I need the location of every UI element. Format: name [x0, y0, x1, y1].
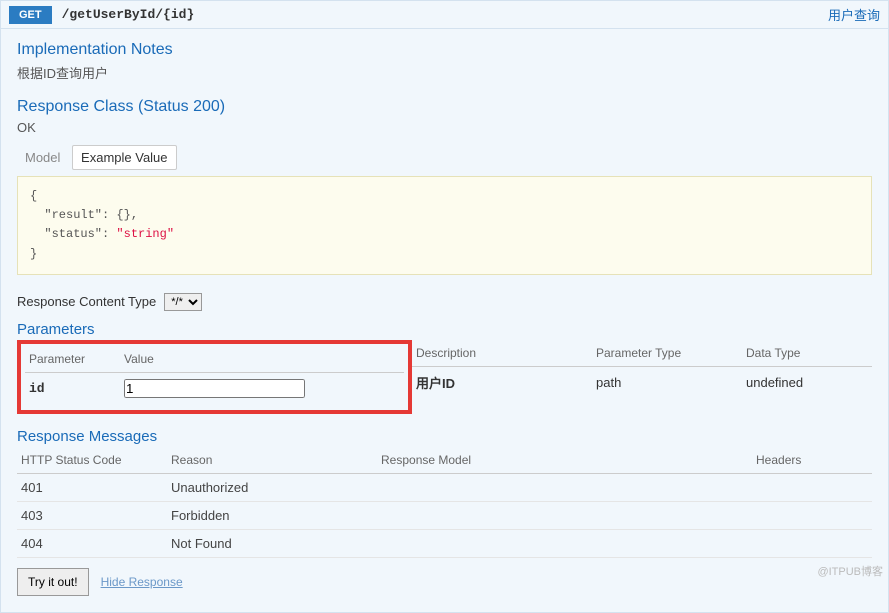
- implementation-notes-title: Implementation Notes: [17, 41, 872, 59]
- status-reason: Unauthorized: [167, 473, 377, 501]
- hide-response-link[interactable]: Hide Response: [101, 575, 183, 589]
- response-tabs: Model Example Value: [17, 145, 872, 170]
- response-row: 404 Not Found: [17, 529, 872, 557]
- col-parameter: Parameter: [25, 346, 120, 372]
- parameters-table: Parameter Value id Description Parameter…: [17, 340, 872, 428]
- param-data-type: undefined: [742, 369, 872, 396]
- http-method-badge: GET: [9, 6, 52, 24]
- status-reason: Forbidden: [167, 501, 377, 529]
- status-code: 404: [17, 529, 167, 557]
- col-value: Value: [120, 346, 404, 372]
- col-reason: Reason: [167, 447, 377, 474]
- col-description: Description: [412, 340, 592, 366]
- parameters-title: Parameters: [17, 321, 872, 338]
- parameters-highlighted: Parameter Value id: [17, 340, 412, 414]
- col-data-type: Data Type: [742, 340, 872, 366]
- response-status-text: OK: [17, 120, 872, 135]
- content-type-label: Response Content Type: [17, 294, 156, 309]
- example-value-box[interactable]: { "result": {}, "status": "string" }: [17, 176, 872, 275]
- param-type: path: [592, 369, 742, 396]
- col-parameter-type: Parameter Type: [592, 340, 742, 366]
- param-description: 用户ID: [412, 367, 592, 398]
- response-row: 403 Forbidden: [17, 501, 872, 529]
- response-class-title: Response Class (Status 200): [17, 98, 872, 116]
- operation-header[interactable]: GET /getUserById/{id} 用户查询: [1, 1, 888, 29]
- col-response-model: Response Model: [377, 447, 752, 474]
- col-headers: Headers: [752, 447, 872, 474]
- col-status-code: HTTP Status Code: [17, 447, 167, 474]
- param-name: id: [25, 375, 120, 402]
- response-messages-table: HTTP Status Code Reason Response Model H…: [17, 447, 872, 558]
- response-messages-title: Response Messages: [17, 428, 872, 445]
- content-type-select[interactable]: */*: [164, 293, 202, 311]
- implementation-notes-text: 根据ID查询用户: [17, 63, 872, 82]
- operation-body: Implementation Notes 根据ID查询用户 Response C…: [1, 29, 888, 612]
- try-it-out-button[interactable]: Try it out!: [17, 568, 89, 596]
- response-row: 401 Unauthorized: [17, 473, 872, 501]
- status-code: 401: [17, 473, 167, 501]
- status-reason: Not Found: [167, 529, 377, 557]
- param-value-input[interactable]: [124, 379, 305, 398]
- operation-summary[interactable]: 用户查询: [828, 5, 880, 24]
- action-row: Try it out! Hide Response: [17, 568, 872, 596]
- operation-panel: GET /getUserById/{id} 用户查询 Implementatio…: [0, 0, 889, 613]
- endpoint-path: /getUserById/{id}: [62, 7, 828, 22]
- watermark: @ITPUB博客: [817, 563, 883, 579]
- param-row: id: [25, 373, 404, 404]
- content-type-row: Response Content Type */*: [17, 293, 872, 311]
- tab-example-value[interactable]: Example Value: [72, 145, 176, 170]
- tab-model[interactable]: Model: [17, 146, 68, 169]
- status-code: 403: [17, 501, 167, 529]
